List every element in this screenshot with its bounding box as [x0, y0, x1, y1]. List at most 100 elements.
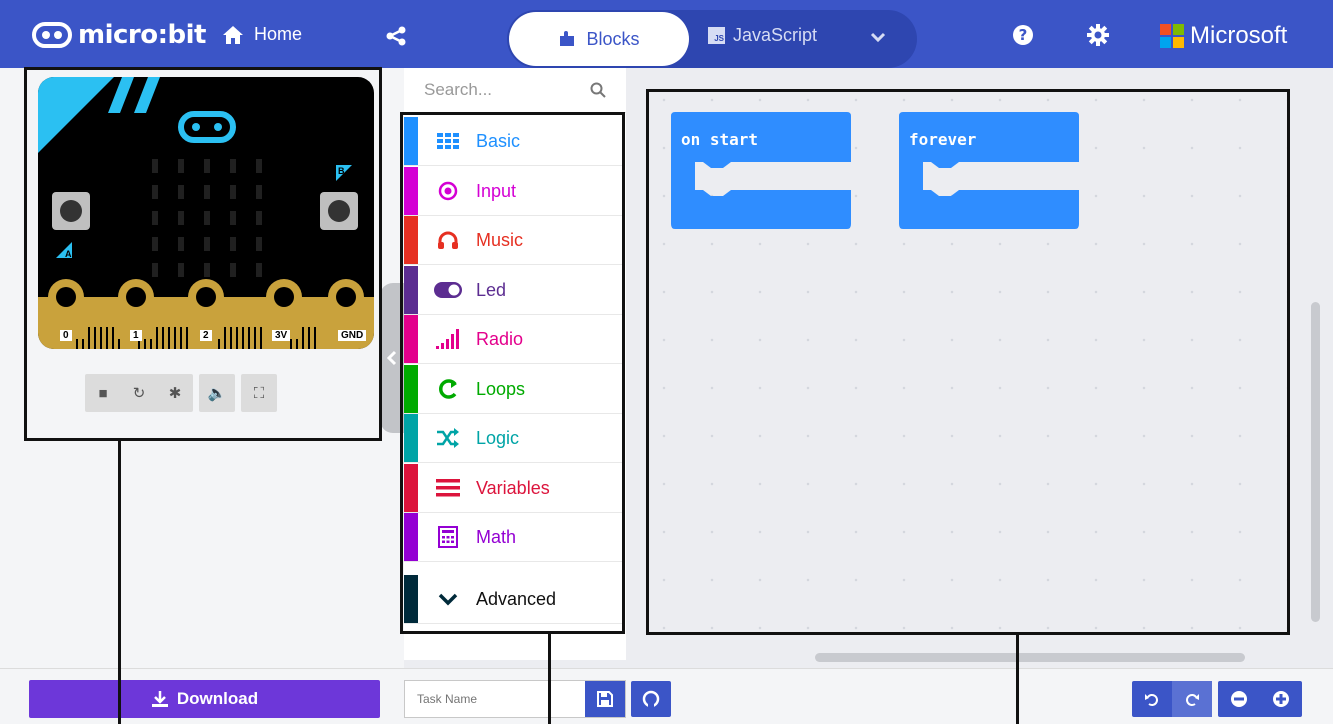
chevron-down-icon — [434, 592, 462, 606]
language-dropdown[interactable] — [870, 30, 886, 48]
button-b[interactable] — [320, 192, 358, 230]
toolbox-search — [404, 68, 626, 113]
zoom-out-button[interactable] — [1218, 681, 1260, 717]
pin-label: 1 — [130, 330, 142, 341]
category-logic[interactable]: Logic — [404, 414, 622, 463]
led-matrix[interactable] — [142, 153, 272, 283]
simulator-controls: ■ ↻ ✱ 🔈 ⛶ — [85, 374, 277, 412]
settings-button[interactable] — [1087, 24, 1109, 51]
task-name-input[interactable] — [405, 681, 585, 717]
edge-stripes — [218, 327, 262, 349]
pin-label: 2 — [200, 330, 212, 341]
debug-icon[interactable]: ✱ — [157, 384, 193, 402]
microbit-logo[interactable]: micro:bit — [32, 20, 206, 50]
category-music[interactable]: Music — [404, 216, 622, 265]
redo-button[interactable] — [1172, 681, 1212, 717]
block-label: forever — [909, 130, 977, 149]
category-variables[interactable]: Variables — [404, 464, 622, 513]
share-button[interactable] — [385, 26, 407, 51]
download-button[interactable]: Download — [29, 680, 380, 718]
github-button[interactable] — [631, 681, 671, 717]
button-a[interactable] — [52, 192, 90, 230]
category-label: Led — [476, 279, 507, 300]
category-label: Math — [476, 526, 517, 547]
toolbox: Basic Input Music Led Radio Loops Logic … — [404, 68, 626, 660]
on-start-block[interactable]: on start — [671, 112, 851, 230]
pin-label: 0 — [60, 330, 72, 341]
category-color-bar — [404, 464, 418, 512]
stop-icon[interactable]: ■ — [85, 385, 121, 402]
horizontal-scrollbar[interactable] — [815, 653, 1245, 662]
category-label: Logic — [476, 427, 520, 448]
category-color-bar — [404, 513, 418, 561]
restart-icon[interactable]: ↻ — [121, 384, 157, 402]
pin-label: 3V — [272, 330, 291, 341]
gear-icon — [1087, 24, 1109, 46]
js-icon: JS — [708, 27, 725, 44]
microsoft-logo[interactable]: Microsoft — [1160, 22, 1287, 50]
category-color-bar — [404, 575, 418, 623]
headphones-icon — [434, 230, 462, 250]
signal-icon — [434, 329, 462, 349]
github-icon — [642, 690, 660, 708]
category-color-bar — [404, 167, 418, 215]
help-button[interactable]: ? — [1012, 24, 1034, 51]
category-led[interactable]: Led — [404, 266, 622, 315]
home-icon — [223, 25, 243, 44]
category-input[interactable]: Input — [404, 167, 622, 216]
tab-javascript[interactable]: JS JavaScript — [708, 25, 817, 46]
save-button[interactable] — [585, 681, 625, 717]
top-menu-bar: micro:bit Home Blocks JS JavaScript ? Mi… — [0, 0, 1333, 68]
grid-icon — [434, 133, 462, 149]
task-name-group — [404, 680, 626, 718]
home-button[interactable]: Home — [222, 24, 302, 45]
sound-icon[interactable]: 🔈 — [199, 384, 235, 402]
button-a-label: A — [65, 249, 72, 259]
logo-text: micro:bit — [78, 20, 206, 50]
lines-icon — [434, 479, 462, 497]
collapse-simulator-button[interactable] — [380, 283, 406, 433]
zoom-in-button[interactable] — [1260, 681, 1302, 717]
category-color-bar — [404, 365, 418, 413]
share-icon — [386, 26, 406, 46]
category-math[interactable]: Math — [404, 513, 622, 562]
category-label: Basic — [476, 130, 521, 151]
category-basic[interactable]: Basic — [404, 117, 622, 166]
calculator-icon — [434, 526, 462, 548]
fullscreen-icon[interactable]: ⛶ — [241, 385, 277, 402]
zoom-group — [1218, 681, 1302, 717]
tab-blocks[interactable]: Blocks — [509, 12, 689, 66]
chevron-down-icon — [870, 32, 886, 43]
category-color-bar — [404, 266, 418, 314]
chevron-left-icon — [386, 350, 397, 366]
help-icon: ? — [1013, 25, 1033, 45]
search-input[interactable] — [424, 80, 584, 100]
zoom-out-icon — [1231, 691, 1247, 707]
redo-icon — [1186, 694, 1199, 706]
shuffle-icon — [434, 428, 462, 448]
toggle-icon — [434, 282, 462, 298]
pin-label: GND — [338, 330, 367, 341]
download-label: Download — [176, 689, 259, 708]
undo-button[interactable] — [1132, 681, 1172, 717]
undo-redo-group — [1132, 681, 1212, 717]
category-label: Advanced — [476, 588, 557, 609]
button-b-label: B — [338, 166, 345, 176]
category-label: Input — [476, 180, 517, 201]
forever-block[interactable]: forever — [899, 112, 1079, 230]
tab-blocks-label: Blocks — [586, 28, 640, 49]
target-icon — [434, 181, 462, 201]
save-icon — [597, 691, 613, 707]
category-advanced[interactable]: Advanced — [404, 575, 622, 624]
category-color-bar — [404, 117, 418, 165]
board-logo-icon — [178, 111, 236, 143]
category-label: Music — [476, 229, 524, 250]
microbit-board-simulator[interactable]: A B 0 1 2 3V GND — [38, 77, 374, 349]
category-radio[interactable]: Radio — [404, 315, 622, 364]
puzzle-icon — [560, 31, 575, 46]
microbit-logo-icon — [32, 22, 72, 48]
search-icon[interactable] — [590, 82, 606, 98]
category-loops[interactable]: Loops — [404, 365, 622, 414]
category-color-bar — [404, 414, 418, 462]
vertical-scrollbar[interactable] — [1311, 302, 1320, 622]
